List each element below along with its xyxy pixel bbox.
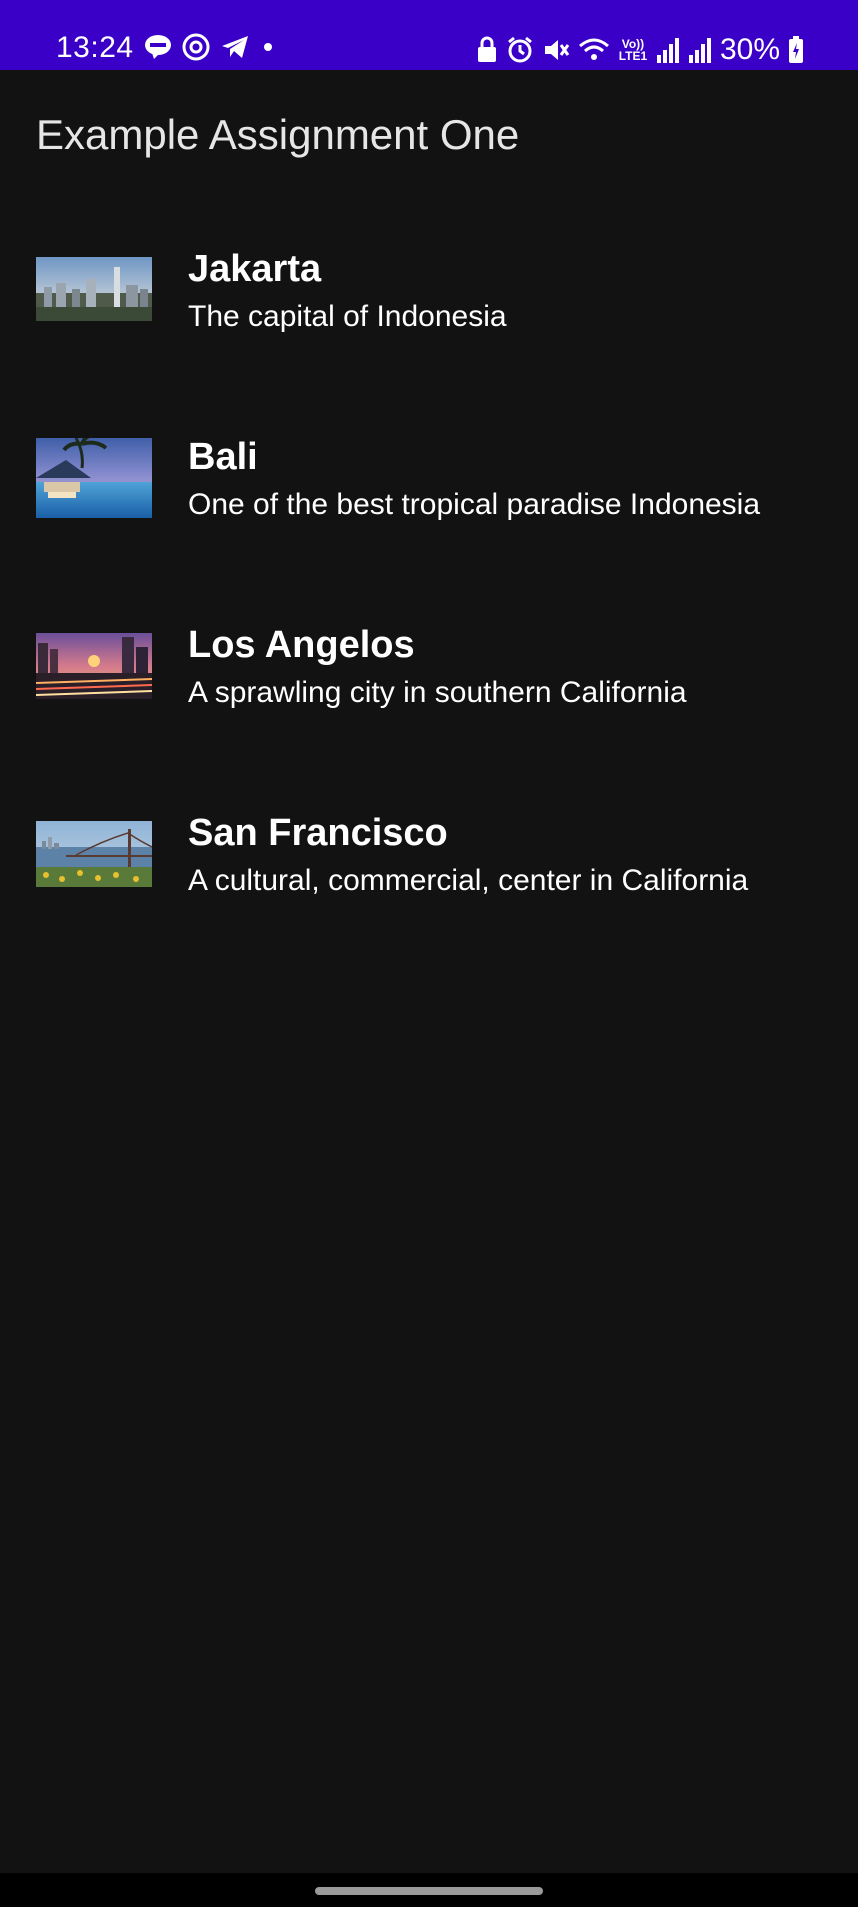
page-title: Example Assignment One (36, 111, 520, 158)
city-description: One of the best tropical paradise Indone… (188, 488, 761, 521)
navigation-bar (0, 1873, 858, 1907)
list-item-jakarta[interactable]: Jakarta The capital of Indonesia (0, 220, 858, 408)
signal-icon (688, 37, 712, 63)
jakarta-thumbnail (36, 257, 152, 321)
los-angelos-thumbnail (36, 633, 152, 699)
mute-icon (542, 36, 570, 64)
notification-icons (144, 33, 276, 61)
city-name: Bali (188, 436, 258, 478)
telegram-icon (220, 34, 250, 60)
city-description: The capital of Indonesia (188, 300, 507, 333)
dot-icon (260, 39, 276, 55)
status-bar: 13:24 Vo)) LTE1 30% (0, 0, 858, 70)
city-description: A sprawling city in southern California (188, 676, 687, 709)
battery-icon (788, 36, 804, 64)
city-name: Los Angelos (188, 624, 415, 666)
messenger-icon (182, 33, 210, 61)
home-gesture-handle[interactable] (315, 1887, 543, 1895)
list-item-san-francisco[interactable]: San Francisco A cultural, commercial, ce… (0, 784, 858, 972)
wifi-icon (578, 36, 610, 64)
signal-icon (656, 37, 680, 63)
lock-icon (476, 36, 498, 64)
app-screen: 13:24 Vo)) LTE1 30% Example Assignment O… (0, 0, 858, 1907)
bali-thumbnail (36, 438, 152, 518)
city-description: A cultural, commercial, center in Califo… (188, 864, 749, 897)
san-francisco-thumbnail (36, 821, 152, 887)
alarm-icon (506, 36, 534, 64)
city-name: San Francisco (188, 812, 448, 854)
status-time: 13:24 (56, 31, 134, 64)
line-icon (144, 34, 172, 60)
battery-percent: 30% (719, 33, 780, 66)
list-item-los-angelos[interactable]: Los Angelos A sprawling city in southern… (0, 596, 858, 784)
lte-icon: Vo)) LTE1 (618, 37, 648, 63)
list-item-bali[interactable]: Bali One of the best tropical paradise I… (0, 408, 858, 596)
system-icons: Vo)) LTE1 30% (476, 33, 804, 67)
city-list: Jakarta The capital of Indonesia Bali On… (0, 220, 858, 972)
city-name: Jakarta (188, 248, 322, 290)
